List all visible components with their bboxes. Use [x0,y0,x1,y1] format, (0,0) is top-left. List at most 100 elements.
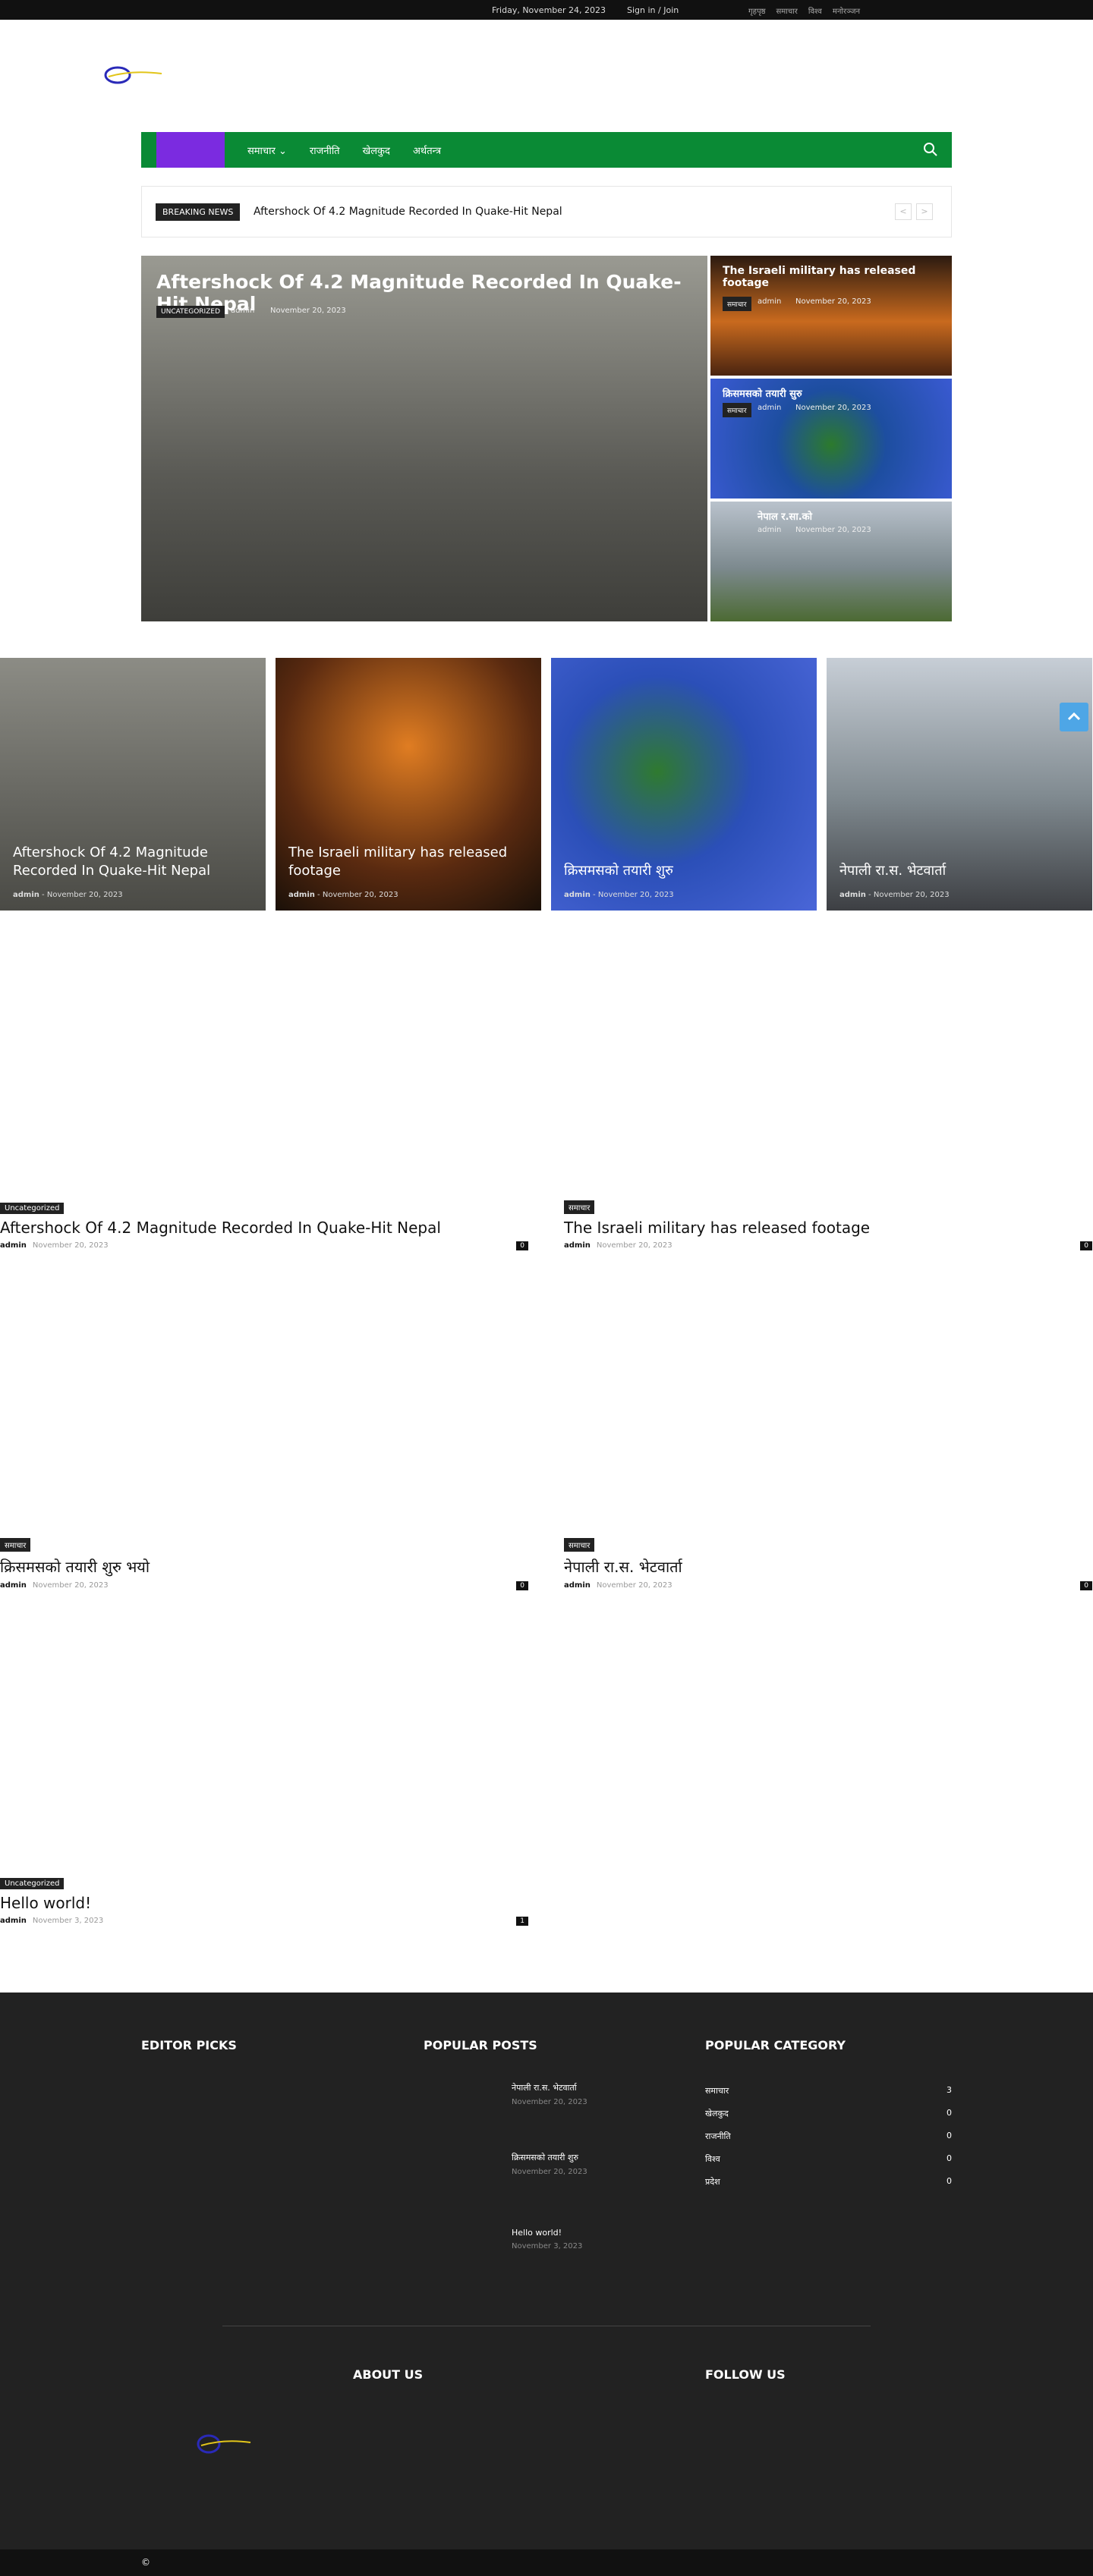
author[interactable]: admin [564,891,591,899]
post-item[interactable]: समाचार The Israeli military has released… [564,926,1092,1250]
post-title[interactable]: The Israeli military has released footag… [564,1219,1092,1237]
featured-card[interactable]: The Israeli military has released footag… [276,658,541,911]
sign-in-link[interactable]: Sign in / Join [627,5,679,15]
top-link[interactable]: समाचार [776,5,798,16]
search-icon[interactable] [923,142,938,157]
top-link[interactable]: गृहपृष्ठ [748,5,766,16]
category-row[interactable]: समाचार 3 [705,2085,952,2096]
category-badge[interactable]: समाचार [564,1538,595,1552]
popular-post[interactable]: नेपाली रा.स. भेटवार्ता November 20, 2023 [512,2082,587,2106]
comment-count[interactable]: 0 [516,1581,528,1590]
comment-count[interactable]: 0 [1080,1241,1092,1250]
author[interactable]: admin [839,891,866,899]
category-badge[interactable]: UNCATEGORIZED [156,306,225,318]
author[interactable]: admin [288,891,315,899]
card-title[interactable]: The Israeli military has released footag… [288,844,524,880]
author[interactable]: admin [564,1241,591,1250]
category-badge[interactable]: समाचार [723,403,751,417]
popular-post-title[interactable]: नेपाली रा.स. भेटवार्ता [512,2082,587,2093]
post-item[interactable]: समाचार क्रिसमसको तयारी शुरु भयो admin Nov… [0,1263,528,1590]
author[interactable]: admin [564,1581,591,1590]
author[interactable]: admin [0,1917,27,1925]
category-name[interactable]: खेलकुद [705,2108,729,2119]
post-date: November 20, 2023 [596,1581,672,1590]
hero-tile-title[interactable]: The Israeli military has released footag… [723,265,920,289]
popular-posts-heading: POPULAR POSTS [424,2038,537,2052]
post-thumbnail[interactable] [564,1263,1092,1536]
hero-tile[interactable]: नेपाल र.सा.को admin November 20, 2023 [710,502,952,621]
post-date: November 20, 2023 [322,891,398,899]
nav-item-politics[interactable]: राजनीति [310,143,340,157]
category-badge[interactable]: Uncategorized [0,1878,65,1889]
popular-post[interactable]: क्रिसमसको तयारी शुरु November 20, 2023 [512,2152,587,2176]
nav-item-economy[interactable]: अर्थतन्त्र [413,143,441,157]
category-badge[interactable]: समाचार [564,1200,595,1214]
nav-item-news[interactable]: समाचार ⌄ [247,143,287,157]
category-row[interactable]: प्रदेश 0 [705,2176,952,2188]
post-date: November 20, 2023 [512,2098,587,2106]
post-item[interactable]: Uncategorized Aftershock Of 4.2 Magnitud… [0,926,528,1250]
nav-home-block[interactable] [156,132,225,168]
category-name[interactable]: राजनीति [705,2131,731,2142]
category-row[interactable]: विश्व 0 [705,2153,952,2165]
popular-post-title[interactable]: क्रिसमसको तयारी शुरु [512,2152,587,2163]
hero-tile-title[interactable]: क्रिसमसको तयारी सुरु [723,386,802,400]
current-date: Friday, November 24, 2023 [492,5,606,15]
featured-card[interactable]: Aftershock Of 4.2 Magnitude Recorded In … [0,658,266,911]
post-title[interactable]: नेपाली रा.स. भेटवार्ता [564,1556,1092,1577]
scroll-to-top-button[interactable] [1060,703,1088,731]
top-link[interactable]: मनोरञ्जन [833,5,860,16]
comment-count[interactable]: 1 [516,1917,528,1926]
top-link[interactable]: विश्व [808,5,822,16]
post-thumbnail[interactable] [0,926,528,1199]
category-row[interactable]: राजनीति 0 [705,2131,952,2142]
next-arrow-icon[interactable]: > [916,203,933,220]
post-thumbnail[interactable] [564,926,1092,1199]
hero-main-tile[interactable]: Aftershock Of 4.2 Magnitude Recorded In … [141,256,707,621]
nav-item-sports[interactable]: खेलकुद [363,143,390,157]
popular-post[interactable]: Hello world! November 3, 2023 [512,2228,582,2250]
category-name[interactable]: विश्व [705,2153,720,2165]
category-name[interactable]: समाचार [705,2085,729,2096]
card-title[interactable]: Aftershock Of 4.2 Magnitude Recorded In … [13,844,248,880]
card-title[interactable]: नेपाली रा.स. भेटवार्ता [839,862,1075,880]
post-date: November 20, 2023 [512,2168,587,2176]
footer-logo[interactable] [194,2433,254,2455]
comment-count[interactable]: 0 [516,1241,528,1250]
category-badge[interactable]: समाचार [723,297,751,311]
hero-tile-title[interactable]: नेपाल र.सा.को [758,509,812,523]
featured-card[interactable]: नेपाली रा.स. भेटवार्ता admin - November … [827,658,1092,911]
top-bar: Friday, November 24, 2023 Sign in / Join… [0,0,1093,20]
post-item[interactable]: Uncategorized Hello world! admin November… [0,1601,528,1926]
author[interactable]: admin [758,404,781,412]
hero-tile[interactable]: The Israeli military has released footag… [710,256,952,376]
about-us-heading: ABOUT US [353,2367,424,2382]
post-title[interactable]: Hello world! [0,1894,528,1912]
prev-arrow-icon[interactable]: < [895,203,912,220]
category-badge[interactable]: समाचार [0,1538,31,1552]
site-logo[interactable] [101,64,169,86]
author[interactable]: admin [231,307,254,315]
post-title[interactable]: क्रिसमसको तयारी शुरु भयो [0,1556,528,1577]
author[interactable]: admin [0,1241,27,1250]
comment-count[interactable]: 0 [1080,1581,1092,1590]
author[interactable]: admin [0,1581,27,1590]
post-thumbnail[interactable] [0,1601,528,1874]
card-title[interactable]: क्रिसमसको तयारी शुरु [564,862,799,880]
author[interactable]: admin [13,891,39,899]
author[interactable]: admin [758,297,781,306]
card-meta: admin - November 20, 2023 [564,891,674,899]
hero-tile[interactable]: क्रिसमसको तयारी सुरु समाचार admin Novemb… [710,379,952,499]
author[interactable]: admin [758,526,781,534]
featured-card[interactable]: क्रिसमसको तयारी शुरु admin - November 20… [551,658,817,911]
breaking-headline[interactable]: Aftershock Of 4.2 Magnitude Recorded In … [254,206,562,218]
post-item[interactable]: समाचार नेपाली रा.स. भेटवार्ता admin Novem… [564,1263,1092,1590]
post-title[interactable]: Aftershock Of 4.2 Magnitude Recorded In … [0,1219,528,1237]
post-thumbnail[interactable] [0,1263,528,1536]
category-name[interactable]: प्रदेश [705,2176,720,2188]
category-badge[interactable]: Uncategorized [0,1203,65,1214]
copyright-text: © [141,2557,150,2568]
popular-post-title[interactable]: Hello world! [512,2228,582,2238]
post-date: November 3, 2023 [512,2242,583,2250]
category-row[interactable]: खेलकुद 0 [705,2108,952,2119]
